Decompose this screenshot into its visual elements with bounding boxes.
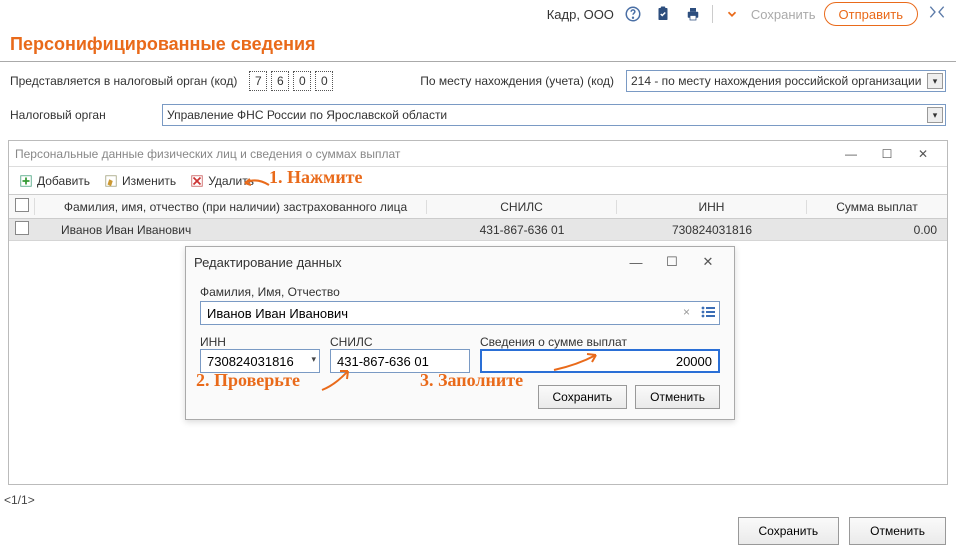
print-icon[interactable] [682,3,704,25]
chevron-down-icon[interactable]: ▾ [311,354,316,365]
separator [712,5,713,23]
row-tax-organ: Налоговый орган Управление ФНС России по… [0,100,956,134]
tax-organ-select[interactable]: Управление ФНС России по Ярославской обл… [162,104,946,126]
persons-titlebar: Персональные данные физических лиц и све… [9,141,947,167]
label-location-code: По месту нахождения (учета) (код) [420,74,614,88]
snils-label: СНИЛС [330,335,470,349]
row-check[interactable] [15,221,29,235]
edit-button[interactable]: Изменить [98,172,182,190]
annotation-1: 1. Нажмите [269,167,363,188]
label-tax-organ: Налоговый орган [10,108,150,122]
digit-4[interactable]: 0 [315,71,333,91]
dialog-titlebar: Редактирование данных — ☐ ✕ [186,247,734,277]
maximize-icon[interactable]: ☐ [869,143,905,165]
save-button[interactable]: Сохранить [738,517,840,545]
edit-dialog: Редактирование данных — ☐ ✕ Фамилия, Имя… [185,246,735,420]
dialog-cancel-button[interactable]: Отменить [635,385,720,409]
chevron-down-icon[interactable]: ▾ [927,107,943,123]
annotation-3: 3. Заполните [420,370,523,391]
page-title: Персонифицированные сведения [0,28,956,62]
fio-label: Фамилия, Имя, Отчество [200,285,720,299]
bottom-buttons: Сохранить Отменить [738,517,946,545]
top-toolbar: Кадр, ООО Сохранить Отправить [0,0,956,28]
label-tax-code: Представляется в налоговый орган (код) [10,74,237,88]
minimize-icon[interactable]: — [833,143,869,165]
send-button[interactable]: Отправить [824,2,918,26]
digit-1[interactable]: 7 [249,71,267,91]
cancel-button[interactable]: Отменить [849,517,946,545]
col-inn[interactable]: ИНН [617,200,807,214]
minimize-icon[interactable]: — [618,251,654,273]
pager: <1/1> [4,493,35,507]
add-label: Добавить [37,174,90,188]
table-row[interactable]: Иванов Иван Иванович 431-867-636 01 7308… [9,219,947,241]
help-icon[interactable] [622,3,644,25]
arrow-annotation [552,350,602,375]
close-icon[interactable]: ✕ [905,143,941,165]
save-link[interactable]: Сохранить [751,7,816,22]
fio-input[interactable] [200,301,720,325]
company-label: Кадр, ООО [547,7,614,22]
chevron-down-icon[interactable] [721,3,743,25]
clipboard-icon[interactable] [652,3,674,25]
col-sum[interactable]: Сумма выплат [807,200,947,214]
digit-2[interactable]: 6 [271,71,289,91]
plus-icon [19,174,33,188]
col-fio[interactable]: Фамилия, имя, отчество (при наличии) зас… [35,200,427,214]
location-value: 214 - по месту нахождения российской орг… [631,74,921,88]
close-icon[interactable]: ✕ [690,251,726,273]
cell-fio: Иванов Иван Иванович [35,223,427,237]
check-all[interactable] [15,198,29,212]
list-icon[interactable] [700,305,716,322]
cell-snils: 431-867-636 01 [427,223,617,237]
annotation-2: 2. Проверьте [196,370,300,391]
sum-label: Сведения о сумме выплат [480,335,720,349]
pencil-icon [104,174,118,188]
code-digits: 7 6 0 0 [249,71,333,91]
close-icon[interactable] [926,4,948,25]
edit-label: Изменить [122,174,176,188]
col-snils[interactable]: СНИЛС [427,200,617,214]
cell-sum: 0.00 [807,223,947,237]
row-tax-code: Представляется в налоговый орган (код) 7… [0,62,956,100]
arrow-annotation [241,175,271,190]
delete-icon [190,174,204,188]
chevron-down-icon[interactable]: ▾ [927,73,943,89]
location-select[interactable]: 214 - по месту нахождения российской орг… [626,70,946,92]
tax-organ-value: Управление ФНС России по Ярославской обл… [167,108,447,122]
add-button[interactable]: Добавить [13,172,96,190]
grid-header: Фамилия, имя, отчество (при наличии) зас… [9,195,947,219]
persons-title: Персональные данные физических лиц и све… [15,147,833,161]
cell-inn: 730824031816 [617,223,807,237]
dialog-title: Редактирование данных [194,255,618,270]
clear-icon[interactable]: × [683,305,690,319]
inn-label: ИНН [200,335,320,349]
arrow-annotation [320,365,360,395]
digit-3[interactable]: 0 [293,71,311,91]
maximize-icon[interactable]: ☐ [654,251,690,273]
persons-toolbar: Добавить Изменить Удалить 1. Нажмите [9,167,947,195]
dialog-save-button[interactable]: Сохранить [538,385,628,409]
